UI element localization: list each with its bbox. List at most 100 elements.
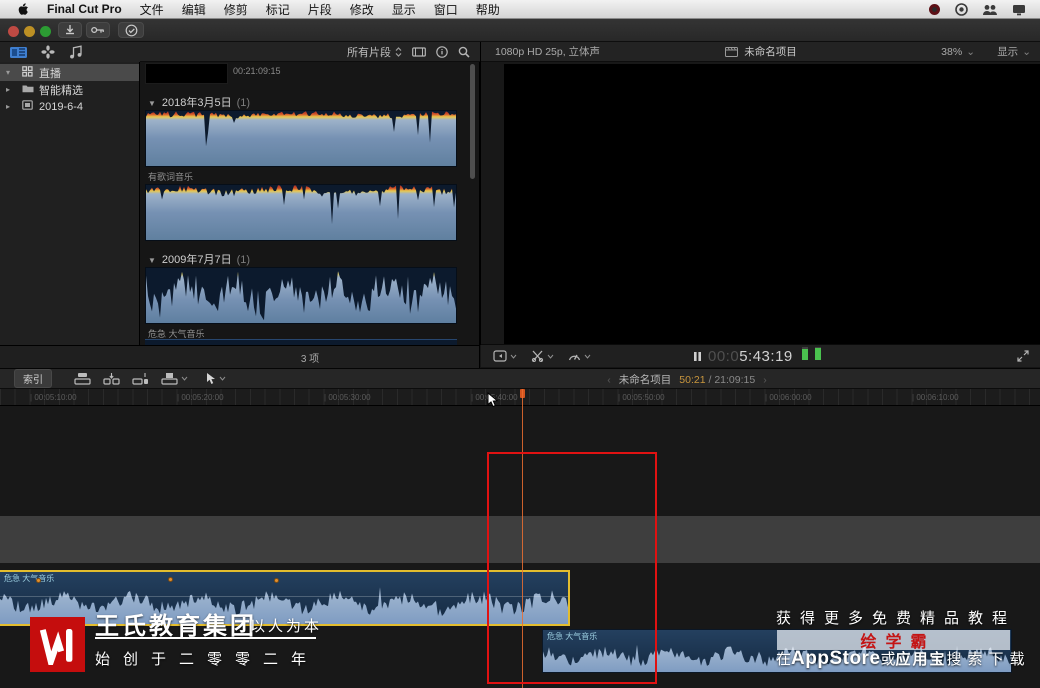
menu-modify[interactable]: 修改	[350, 1, 374, 18]
window-titlebar[interactable]	[0, 19, 1040, 42]
macos-menu-bar: Final Cut Pro 文件 编辑 修剪 标记 片段 修改 显示 窗口 帮助	[0, 0, 1040, 19]
history-back-icon[interactable]: ‹	[607, 374, 611, 386]
close-window-button[interactable]	[8, 26, 19, 37]
watermark-subtitle: 始创于二零零二年	[95, 651, 320, 668]
connect-edit-icon[interactable]	[74, 372, 91, 385]
audio-clip-filmstrip[interactable]	[145, 184, 457, 241]
sidebar-item-event[interactable]: ▸ 2019-6-4	[0, 98, 139, 115]
pause-icon[interactable]	[693, 351, 702, 362]
keyword-editor-button[interactable]	[86, 22, 110, 38]
insert-edit-icon[interactable]	[103, 372, 120, 385]
clip-thumbnail-partial[interactable]	[145, 63, 228, 84]
group-date-label: 2018年3月5日	[161, 97, 232, 109]
audio-clip-filmstrip[interactable]	[145, 267, 457, 324]
music-browser-icon[interactable]	[69, 45, 84, 59]
brand-logo	[30, 617, 85, 672]
sidebar-item-label: 直播	[39, 67, 61, 80]
audio-meters[interactable]	[799, 347, 822, 365]
disclosure-open-icon[interactable]: ▼	[148, 99, 156, 108]
libraries-sidebar: ▾ 直播 ▸ 智能精选 ▸ 2019-6-4	[0, 62, 140, 345]
total-duration: / 21:09:15	[708, 373, 756, 386]
menu-help[interactable]: 帮助	[476, 1, 500, 18]
fullscreen-icon[interactable]	[1017, 350, 1029, 362]
viewer-video-canvas[interactable]	[504, 64, 1040, 345]
arrow-tool-icon	[207, 373, 215, 384]
app-menu-title[interactable]: Final Cut Pro	[47, 2, 122, 16]
event-calendar-icon	[21, 100, 34, 113]
audio-meter-right	[815, 347, 822, 360]
minimize-window-button[interactable]	[24, 26, 35, 37]
search-icon[interactable]	[458, 46, 470, 58]
promo-appstore: AppStore	[791, 648, 881, 669]
sidebar-item-label: 2019-6-4	[39, 100, 84, 113]
annotation-highlight-rectangle	[487, 452, 657, 684]
index-button[interactable]: 索引	[14, 369, 52, 388]
trim-tools-popup[interactable]	[531, 350, 554, 362]
status-record-icon[interactable]	[955, 3, 968, 16]
keyframe-dot[interactable]	[274, 578, 279, 583]
current-timecode[interactable]: 00:05:43:19	[708, 348, 793, 365]
zoom-level-popup[interactable]: 38% ⌄	[941, 46, 975, 58]
disclosure-open-icon[interactable]: ▾	[6, 68, 16, 77]
timecode-dim-digits: 00:0	[708, 347, 740, 365]
retime-gauge-icon	[568, 354, 581, 361]
timeline-project-title[interactable]: 未命名项目	[619, 372, 672, 387]
tool-select-popup[interactable]	[206, 372, 226, 385]
apple-menu-icon[interactable]	[18, 2, 29, 16]
info-icon[interactable]	[436, 45, 448, 58]
chevron-down-icon: ⌄	[1022, 45, 1031, 58]
keyframe-dot[interactable]	[168, 577, 173, 582]
status-app-icon[interactable]	[928, 3, 941, 16]
show-libraries-icon[interactable]	[10, 46, 27, 59]
audio-clip-filmstrip[interactable]	[145, 110, 457, 167]
promo-text: 或	[880, 651, 896, 668]
view-options-label: 显示	[997, 46, 1019, 58]
sidebar-item-library[interactable]: ▾ 直播	[0, 64, 139, 81]
disclosure-open-icon[interactable]: ▼	[148, 256, 156, 265]
menu-edit[interactable]: 编辑	[182, 1, 206, 18]
selection-duration: 50:21	[679, 373, 706, 386]
status-display-icon[interactable]	[1012, 4, 1026, 16]
menu-window[interactable]: 窗口	[434, 1, 458, 18]
clip-filter-popup[interactable]: 所有片段	[347, 44, 402, 60]
filmstrip-view-icon[interactable]	[412, 46, 426, 57]
disclosure-closed-icon[interactable]: ▸	[6, 85, 16, 94]
browser-scrollbar[interactable]	[470, 64, 475, 179]
overwrite-edit-popup[interactable]	[161, 372, 188, 385]
view-options-popup[interactable]: 显示 ⌄	[997, 44, 1031, 59]
viewer-project-title: 未命名项目	[744, 46, 797, 58]
status-users-icon[interactable]	[982, 4, 998, 16]
clip-name-label: 有歌词音乐	[148, 172, 194, 182]
menu-bar-status-icons	[928, 0, 1026, 19]
clip-duration-label: 00:21:09:15	[233, 66, 281, 76]
chevron-down-icon	[547, 354, 554, 359]
menu-mark[interactable]: 标记	[266, 1, 290, 18]
background-tasks-button[interactable]	[118, 22, 144, 38]
chevron-down-icon	[510, 354, 517, 359]
history-forward-icon[interactable]: ›	[763, 374, 767, 386]
group-count: (1)	[236, 97, 251, 109]
final-cut-pro-window: Final Cut Pro 文件 编辑 修剪 标记 片段 修改 显示 窗口 帮助	[0, 0, 1040, 688]
ruler-tick-label: 00:05:20:00	[177, 393, 223, 402]
sidebar-item-smart-collections[interactable]: ▸ 智能精选	[0, 81, 139, 98]
browser-header: 所有片段	[140, 42, 480, 62]
date-group-header[interactable]: ▼ 2018年3月5日 (1)	[148, 94, 250, 110]
timeline-duration: 50:21 / 21:09:15	[679, 374, 755, 386]
menu-view[interactable]: 显示	[392, 1, 416, 18]
source-media-popup[interactable]	[493, 350, 517, 362]
promo-text: 在	[776, 651, 792, 668]
menu-file[interactable]: 文件	[140, 1, 164, 18]
import-media-button[interactable]	[58, 22, 82, 38]
keyframe-dot[interactable]	[36, 578, 41, 583]
date-group-header[interactable]: ▼ 2009年7月7日 (1)	[148, 251, 250, 267]
volume-line[interactable]	[0, 596, 568, 597]
retime-popup[interactable]	[568, 350, 591, 362]
zoom-window-button[interactable]	[40, 26, 51, 37]
append-edit-icon[interactable]	[132, 372, 149, 385]
photos-browser-icon[interactable]	[41, 45, 55, 59]
menu-trim[interactable]: 修剪	[224, 1, 248, 18]
w-logo-icon	[39, 628, 72, 665]
zoom-level-value: 38%	[941, 45, 963, 58]
menu-clip[interactable]: 片段	[308, 1, 332, 18]
disclosure-closed-icon[interactable]: ▸	[6, 102, 16, 111]
